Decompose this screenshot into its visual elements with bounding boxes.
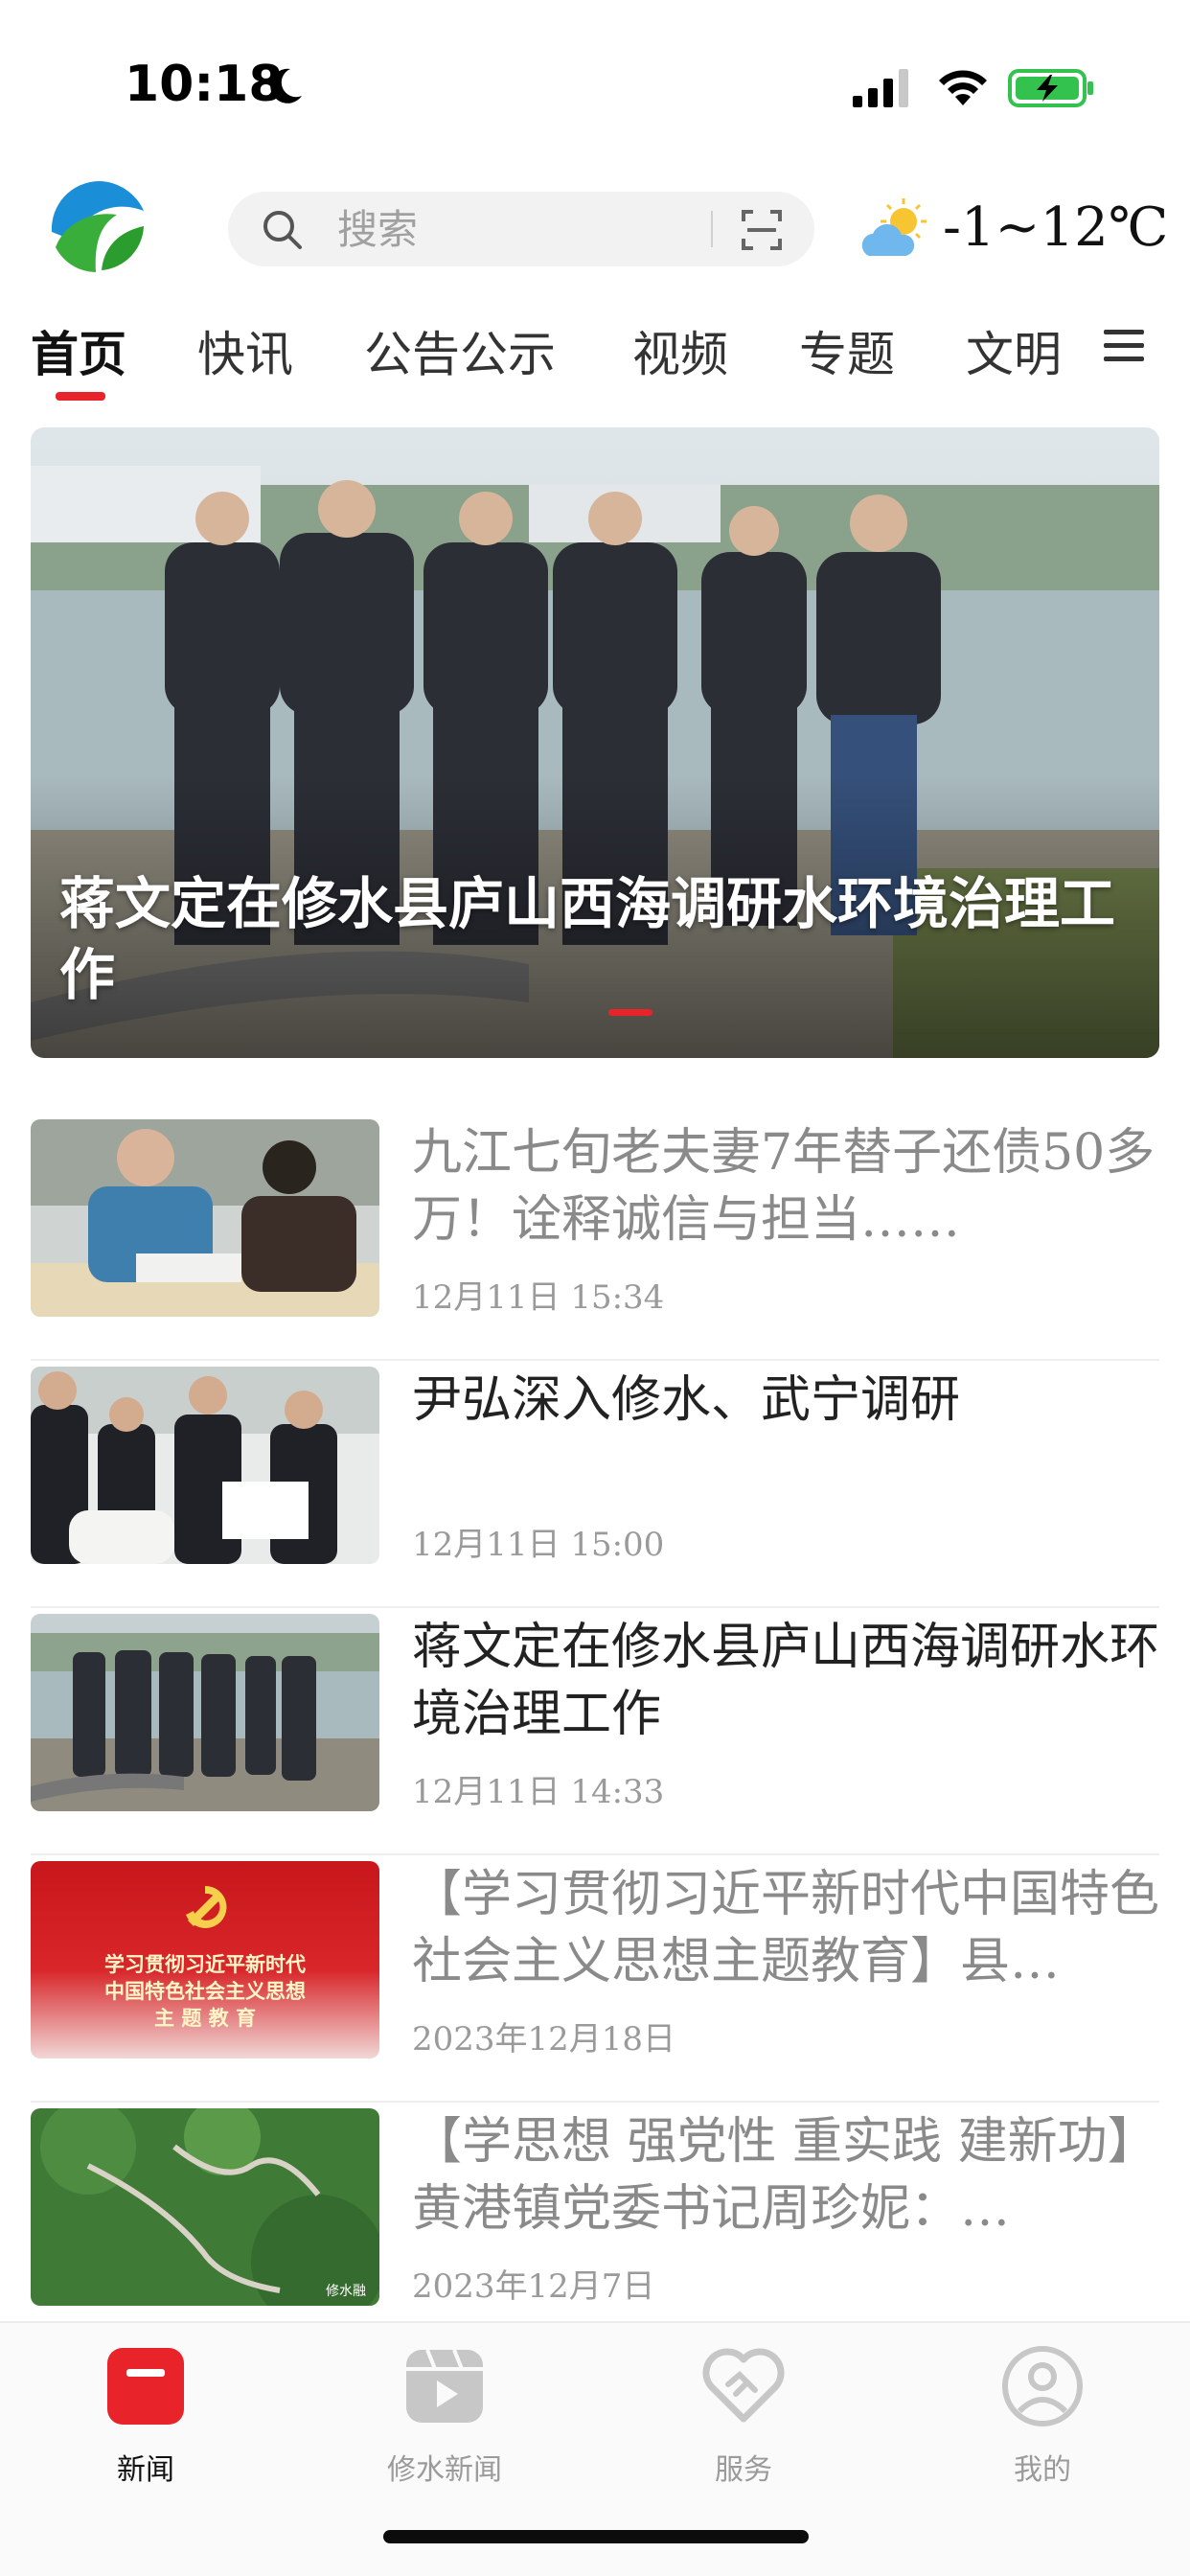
news-title: 尹弘深入修水、武宁调研 <box>412 1371 961 1429</box>
nav-label: 修水新闻 <box>387 2453 502 2487</box>
cellular-signal-icon <box>853 69 908 107</box>
list-divider <box>31 2101 1159 2103</box>
status-bar: 10:18 <box>0 0 1190 172</box>
nav-tab-profile[interactable]: 我的 <box>947 2344 1138 2497</box>
news-date: 12月11日 15:00 <box>412 1526 665 1564</box>
category-tabs: 首页 快讯 公告公示 视频 专题 文明 <box>0 307 1190 402</box>
hero-title: 蒋文定在修水县庐山西海调研水环境治理工作 <box>59 871 1116 1007</box>
news-date: 12月11日 14:33 <box>412 1773 665 1811</box>
news-thumbnail <box>31 1367 379 1564</box>
wifi-icon <box>939 70 987 105</box>
tab-announcements[interactable]: 公告公示 <box>364 316 556 385</box>
partly-sunny-icon <box>861 198 927 256</box>
list-divider <box>31 1606 1159 1608</box>
nav-tab-xiushui-news[interactable]: 修水新闻 <box>349 2344 540 2497</box>
search-icon <box>263 211 302 249</box>
news-title: 蒋文定在修水县庐山西海调研水环境治理工作 <box>412 1619 1159 1743</box>
tab-video[interactable]: 视频 <box>632 316 728 385</box>
news-date: 2023年12月18日 <box>412 2020 676 2058</box>
search-divider <box>711 211 713 247</box>
newspaper-icon <box>107 2348 184 2425</box>
heart-handshake-icon <box>702 2348 785 2423</box>
news-title: 【学习贯彻习近平新时代中国特色社会主义思想主题教育】县… <box>412 1866 1159 1990</box>
list-divider <box>31 1359 1159 1361</box>
news-thumbnail: 修水融 <box>31 2108 379 2306</box>
thumbnail-caption: 主 题 教 育 <box>154 2007 256 2030</box>
news-date: 12月11日 15:34 <box>412 1278 665 1317</box>
scan-icon[interactable] <box>738 206 786 254</box>
news-item[interactable]: 学习贯彻习近平新时代 中国特色社会主义思想 主 题 教 育 【学习贯彻习近平新时… <box>31 1861 1159 2103</box>
home-indicator[interactable] <box>383 2530 809 2543</box>
thumbnail-caption: 中国特色社会主义思想 <box>104 1980 306 2003</box>
aerial-photo <box>31 2108 379 2306</box>
news-thumbnail: 学习贯彻习近平新时代 中国特色社会主义思想 主 题 教 育 <box>31 1861 379 2058</box>
active-tab-indicator <box>56 392 105 401</box>
carousel-indicator <box>608 1009 652 1016</box>
news-thumbnail <box>31 1614 379 1811</box>
tab-home[interactable]: 首页 <box>31 316 126 385</box>
news-title: 【学思想 强党性 重实践 建新功】黄港镇党委书记周珍妮：… <box>412 2113 1157 2238</box>
search-input[interactable] <box>337 192 701 266</box>
tab-topics[interactable]: 专题 <box>799 316 895 385</box>
nav-label: 服务 <box>715 2453 772 2487</box>
battery-charging-icon <box>1008 69 1093 107</box>
status-time: 10:18 <box>125 56 284 113</box>
nav-label: 新闻 <box>117 2453 174 2487</box>
thumbnail-caption: 学习贯彻习近平新时代 <box>104 1953 306 1976</box>
nav-label: 我的 <box>1014 2453 1071 2487</box>
moon-icon <box>270 68 302 104</box>
menu-icon[interactable] <box>1102 324 1146 368</box>
nav-tab-services[interactable]: 服务 <box>648 2344 839 2497</box>
news-item[interactable]: 蒋文定在修水县庐山西海调研水环境治理工作 12月11日 14:33 <box>31 1614 1159 1855</box>
news-item[interactable]: 九江七旬老夫妻7年替子还债50多万！诠释诚信与担当…… 12月11日 15:34 <box>31 1119 1159 1361</box>
party-emblem-icon <box>186 1885 227 1928</box>
video-news-icon <box>406 2349 483 2423</box>
hero-banner[interactable]: 蒋文定在修水县庐山西海调研水环境治理工作 <box>31 427 1159 1058</box>
list-divider <box>31 1853 1159 1855</box>
news-thumbnail <box>31 1119 379 1317</box>
news-title: 九江七旬老夫妻7年替子还债50多万！诠释诚信与担当…… <box>412 1124 1156 1249</box>
weather-temperature: -1~12℃ <box>943 196 1169 259</box>
tab-flash-news[interactable]: 快讯 <box>197 316 293 385</box>
thumbnail-watermark: 修水融 <box>326 2284 366 2299</box>
news-item[interactable]: 尹弘深入修水、武宁调研 12月11日 15:00 <box>31 1367 1159 1608</box>
app-logo[interactable] <box>42 172 155 286</box>
tab-civilization[interactable]: 文明 <box>966 316 1062 385</box>
user-profile-icon <box>1002 2346 1083 2426</box>
news-date: 2023年12月7日 <box>412 2267 655 2306</box>
news-item[interactable]: 修水融 【学思想 强党性 重实践 建新功】黄港镇党委书记周珍妮：… 2023年1… <box>31 2108 1159 2350</box>
nav-tab-news[interactable]: 新闻 <box>50 2344 241 2497</box>
